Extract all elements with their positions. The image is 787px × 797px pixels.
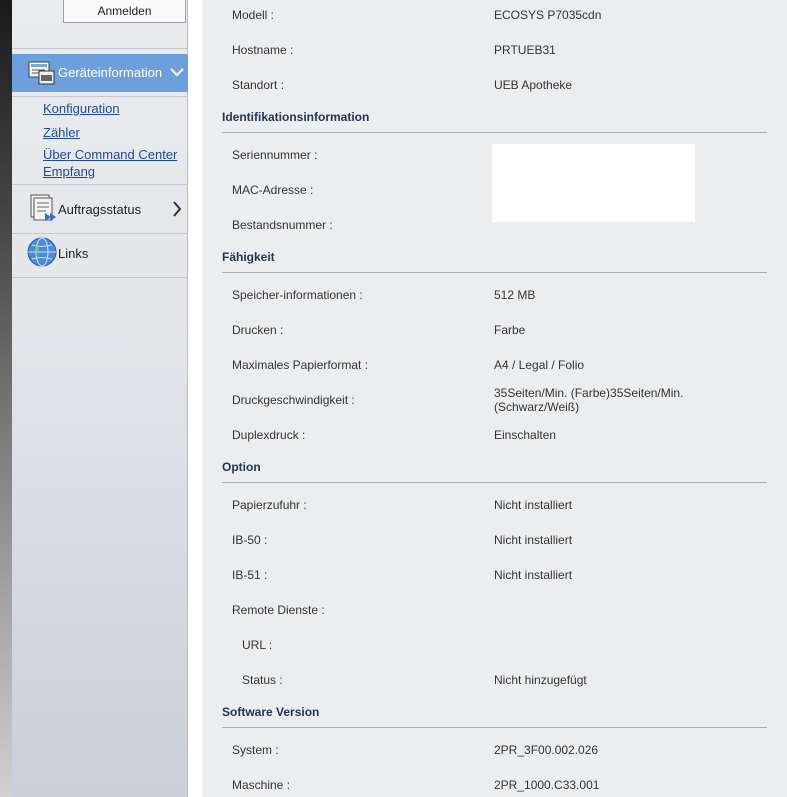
- info-row-duplex: Duplexdruck : Einschalten: [202, 428, 787, 448]
- chevron-right-icon: [170, 199, 184, 219]
- info-row-url: URL :: [202, 638, 787, 658]
- sidebar-link-counter[interactable]: Zähler: [43, 125, 80, 140]
- row-value: 35Seiten/Min. (Farbe)35Seiten/Min.: [494, 386, 684, 400]
- row-value: Einschalten: [494, 428, 557, 442]
- sidebar-divider: [12, 96, 188, 97]
- row-label: Bestandsnummer :: [232, 218, 333, 232]
- row-label: Seriennummer :: [232, 148, 318, 162]
- sidebar-item-label: Links: [58, 246, 89, 261]
- info-row-system: System : 2PR_3F00.002.026: [202, 743, 787, 763]
- sidebar-divider: [12, 184, 188, 185]
- device-info-icon: [28, 60, 56, 86]
- row-label: Standort :: [232, 78, 285, 92]
- row-value: Farbe: [494, 323, 526, 337]
- info-row-location: Standort : UEB Apotheke: [202, 78, 787, 98]
- chevron-down-icon: [170, 62, 184, 82]
- row-value: Nicht hinzugefügt: [494, 673, 587, 687]
- info-row-memory: Speicher-informationen : 512 MB: [202, 288, 787, 308]
- row-value: UEB Apotheke: [494, 78, 573, 92]
- sidebar-divider: [12, 277, 188, 278]
- login-button[interactable]: Anmelden: [63, 0, 186, 23]
- panel-gap: [188, 0, 202, 797]
- info-row-status: Status : Nicht hinzugefügt: [202, 673, 787, 693]
- section-divider: [222, 482, 767, 483]
- row-label: IB-51 :: [232, 568, 268, 582]
- globe-icon: [26, 236, 57, 267]
- row-value: Nicht installiert: [494, 498, 573, 512]
- section-title-option: Option: [222, 460, 261, 474]
- row-label: Speicher-informationen :: [232, 288, 363, 302]
- row-value: Nicht installiert: [494, 568, 573, 582]
- row-label: Papierzufuhr :: [232, 498, 307, 512]
- info-row-print: Drucken : Farbe: [202, 323, 787, 343]
- section-divider: [222, 132, 767, 133]
- sidebar-item-label: Auftragsstatus: [58, 202, 142, 217]
- info-row-ib50: IB-50 : Nicht installiert: [202, 533, 787, 553]
- info-row-machine: Maschine : 2PR_1000.C33.001: [202, 778, 787, 797]
- sidebar-item-job-status[interactable]: Auftragsstatus: [12, 188, 188, 228]
- row-label: Status :: [242, 673, 283, 687]
- row-value: (Schwarz/Weiß): [494, 400, 580, 414]
- row-value: ECOSYS P7035cdn: [494, 8, 602, 22]
- sidebar-item-links[interactable]: Links: [12, 234, 188, 274]
- row-value: 2PR_3F00.002.026: [494, 743, 599, 757]
- sidebar-link-configuration[interactable]: Konfiguration: [43, 101, 120, 116]
- row-label: Hostname :: [232, 43, 294, 57]
- row-value: PRTUEB31: [494, 43, 556, 57]
- row-value: 512 MB: [494, 288, 536, 302]
- info-row-print-speed-value-2: (Schwarz/Weiß): [202, 400, 787, 420]
- sidebar-link-reception[interactable]: Empfang: [43, 164, 95, 179]
- row-label: Duplexdruck :: [232, 428, 306, 442]
- row-label: Modell :: [232, 8, 275, 22]
- sidebar-item-label: Geräteinformation: [58, 65, 163, 80]
- info-row-paper-format: Maximales Papierformat : A4 / Legal / Fo…: [202, 358, 787, 378]
- redacted-values: [492, 144, 695, 222]
- info-row-hostname: Hostname : PRTUEB31: [202, 43, 787, 63]
- sidebar-divider: [12, 48, 188, 49]
- row-value: A4 / Legal / Folio: [494, 358, 585, 372]
- section-title-capability: Fähigkeit: [222, 250, 275, 264]
- info-row-remote-services: Remote Dienste :: [202, 603, 787, 623]
- row-value: 2PR_1000.C33.001: [494, 778, 600, 792]
- device-info-panel: Modell : ECOSYS P7035cdn Hostname : PRTU…: [202, 0, 787, 797]
- row-label: URL :: [242, 638, 273, 652]
- window-left-edge: [0, 0, 12, 797]
- row-label: MAC-Adresse :: [232, 183, 314, 197]
- row-label: Maschine :: [232, 778, 291, 792]
- sidebar-item-device-info[interactable]: Geräteinformation: [12, 54, 188, 92]
- row-value: Nicht installiert: [494, 533, 573, 547]
- job-status-icon: [28, 193, 56, 221]
- row-label: Remote Dienste :: [232, 603, 325, 617]
- section-divider: [222, 727, 767, 728]
- section-title-identification: Identifikationsinformation: [222, 110, 370, 124]
- section-divider: [222, 272, 767, 273]
- sidebar-link-about[interactable]: Über Command Center: [43, 147, 177, 162]
- section-title-software: Software Version: [222, 705, 320, 719]
- row-label: IB-50 :: [232, 533, 268, 547]
- info-row-model: Modell : ECOSYS P7035cdn: [202, 8, 787, 28]
- info-row-paper-feeder: Papierzufuhr : Nicht installiert: [202, 498, 787, 518]
- info-row-ib51: IB-51 : Nicht installiert: [202, 568, 787, 588]
- row-label: Maximales Papierformat :: [232, 358, 369, 372]
- sidebar: Anmelden Geräteinformation Konfiguration…: [12, 0, 188, 797]
- row-label: Drucken :: [232, 323, 284, 337]
- row-label: System :: [232, 743, 279, 757]
